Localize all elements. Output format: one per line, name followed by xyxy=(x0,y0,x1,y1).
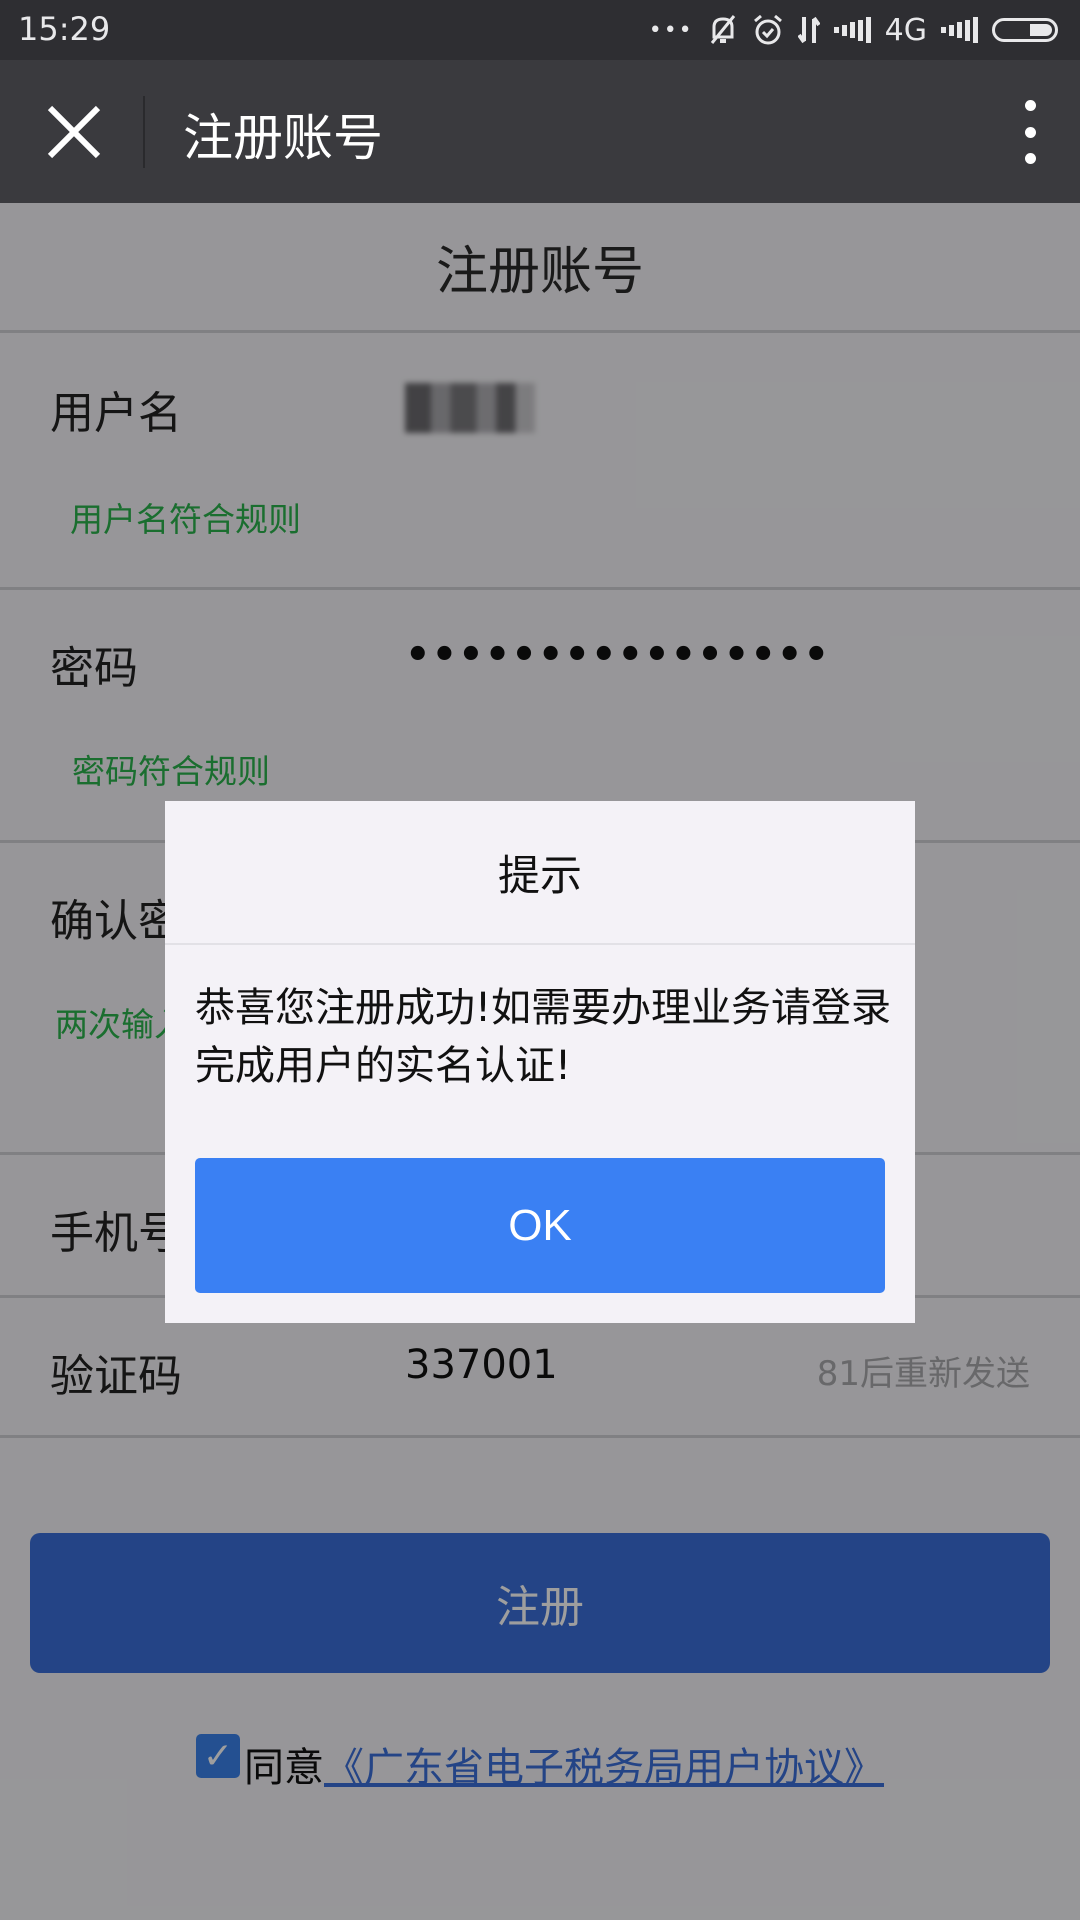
status-bar: 15:29 ••• 4G xyxy=(0,0,1080,60)
data-transfer-icon xyxy=(797,15,820,45)
alarm-icon xyxy=(752,13,784,47)
status-time: 15:29 xyxy=(18,10,111,48)
app-bar-title: 注册账号 xyxy=(183,109,383,167)
battery-icon xyxy=(992,18,1058,42)
app-bar-divider xyxy=(143,96,145,168)
close-button[interactable] xyxy=(44,102,104,162)
signal-icon xyxy=(833,17,871,43)
dialog-title: 提示 xyxy=(165,801,915,945)
status-icons: ••• 4G xyxy=(649,8,1058,52)
app-bar: 注册账号 xyxy=(0,60,1080,203)
network-type: 4G xyxy=(884,12,927,48)
ok-button[interactable]: OK xyxy=(195,1158,885,1293)
bell-muted-icon xyxy=(708,13,738,47)
more-notifications-icon: ••• xyxy=(648,17,694,43)
close-icon xyxy=(47,105,101,159)
dialog-message: 恭喜您注册成功!如需要办理业务请登录完成用户的实名认证! xyxy=(195,985,892,1089)
signal-icon-2 xyxy=(941,17,978,43)
more-menu-button[interactable] xyxy=(1020,100,1040,164)
more-vertical-icon xyxy=(1024,100,1036,111)
success-dialog: 提示 恭喜您注册成功!如需要办理业务请登录完成用户的实名认证! OK xyxy=(165,801,915,1323)
